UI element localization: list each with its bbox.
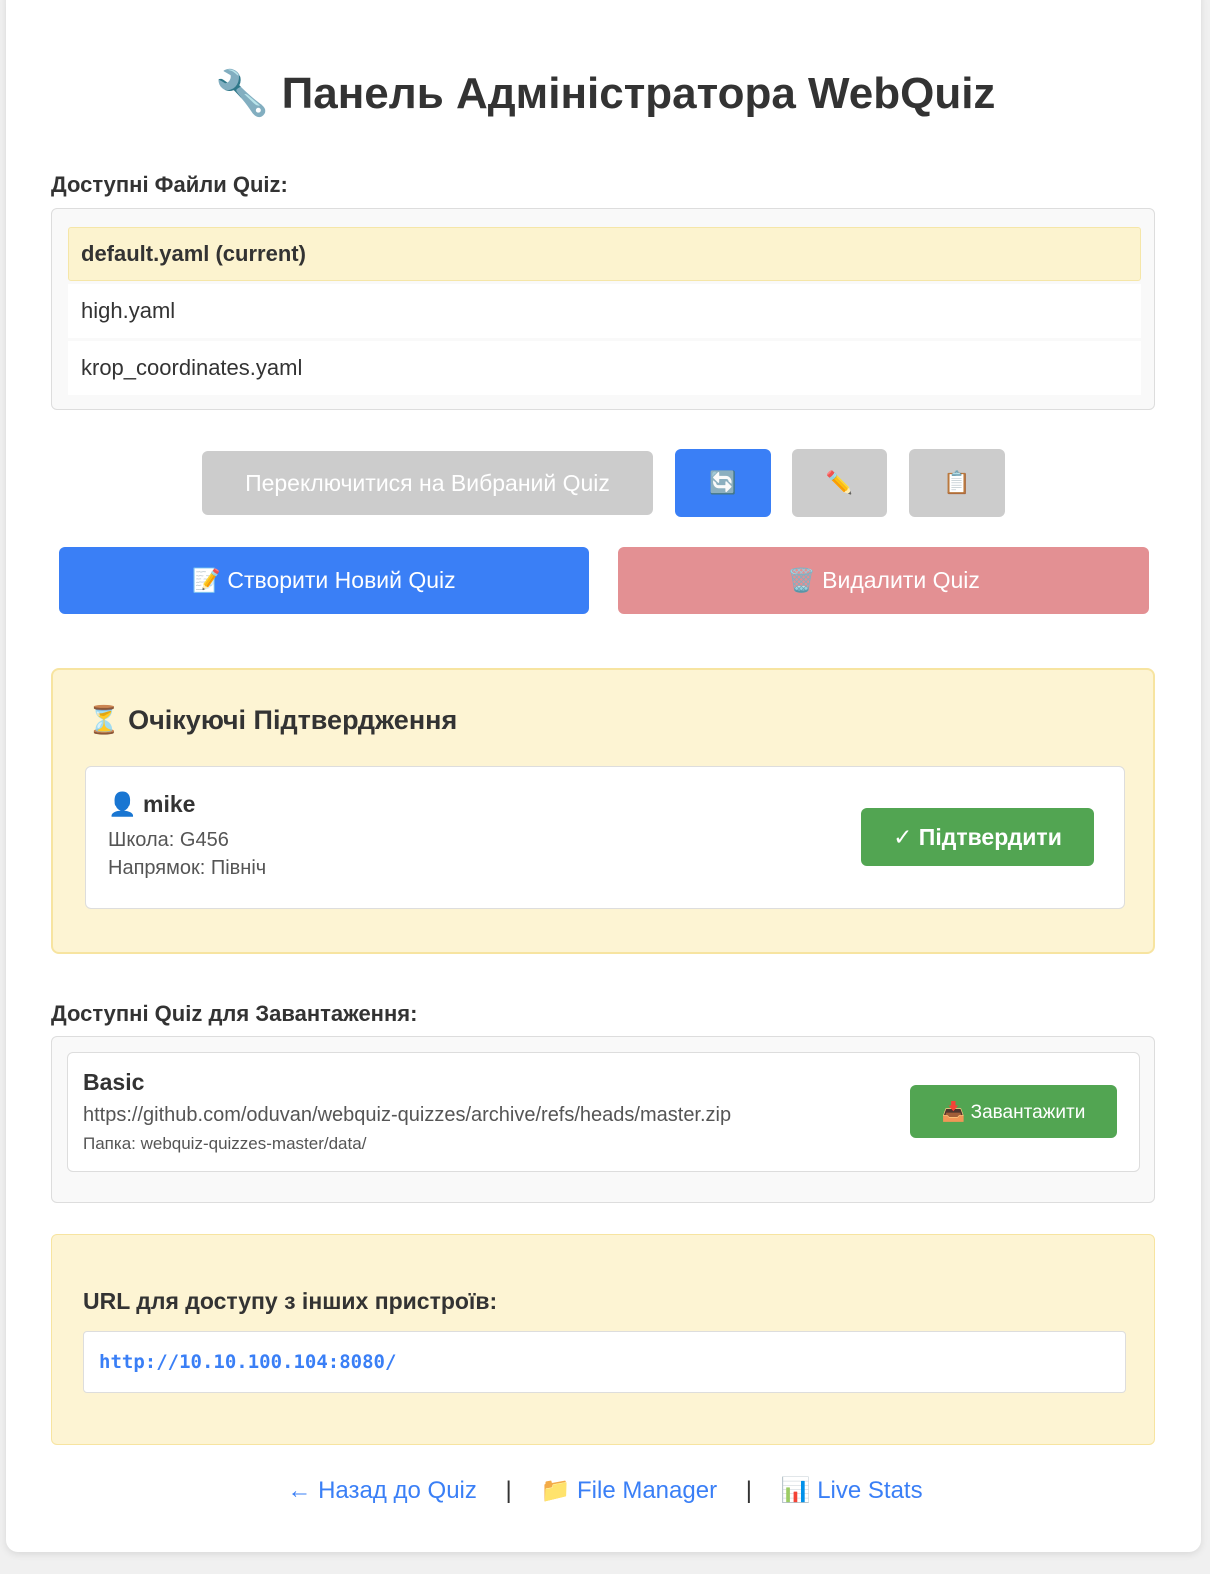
quiz-file-item-krop-coordinates[interactable]: krop_coordinates.yaml (68, 341, 1141, 395)
downloadable-quiz-item: Basic https://github.com/oduvan/webquiz-… (67, 1052, 1140, 1172)
clipboard-icon: 📋 (943, 470, 971, 495)
downloads-label: Доступні Quiz для Завантаження: (51, 1001, 418, 1026)
delete-quiz-button[interactable]: 🗑️ Видалити Quiz (618, 547, 1149, 614)
refresh-button[interactable]: 🔄 (675, 449, 771, 517)
footer-nav: ← Назад до Quiz | 📁 File Manager | 📊 Liv… (0, 1476, 1210, 1506)
wrench-icon: 🔧 (214, 69, 270, 118)
quiz-files-label: Доступні Файли Quiz: (51, 172, 288, 197)
footer-separator: | (745, 1477, 752, 1504)
pending-approvals-panel: ⏳ Очікуючі Підтвердження 👤 mike Школа: G… (51, 668, 1155, 954)
network-url-field[interactable]: http://10.10.100.104:8080/ (83, 1331, 1126, 1393)
back-to-quiz-link[interactable]: ← Назад до Quiz (287, 1477, 476, 1504)
network-access-panel: URL для доступу з інших пристроїв: http:… (51, 1234, 1155, 1445)
pending-user-direction: Напрямок: Північ (108, 857, 267, 879)
pending-approvals-title: ⏳ Очікуючі Підтвердження (87, 705, 458, 735)
pending-user-name: 👤 mike (108, 791, 196, 817)
footer-separator: | (505, 1477, 512, 1504)
quiz-file-item-high[interactable]: high.yaml (68, 284, 1141, 338)
edit-quiz-button[interactable]: ✏️ (792, 449, 887, 517)
page-title: 🔧 Панель Адміністратора WebQuiz (0, 66, 1210, 122)
live-stats-link[interactable]: 📊 Live Stats (781, 1477, 923, 1504)
network-url-label: URL для доступу з інших пристроїв: (83, 1288, 498, 1314)
downloadable-quiz-list: Basic https://github.com/oduvan/webquiz-… (51, 1036, 1155, 1203)
download-quiz-name: Basic (83, 1069, 145, 1095)
page-title-text: Панель Адміністратора WebQuiz (281, 69, 996, 118)
download-button[interactable]: 📥 Завантажити (910, 1085, 1117, 1138)
download-quiz-url: https://github.com/oduvan/webquiz-quizze… (83, 1104, 732, 1126)
approve-button[interactable]: ✓ Підтвердити (861, 808, 1094, 866)
create-quiz-button[interactable]: 📝 Створити Новий Quiz (59, 547, 589, 614)
pending-user-school: Школа: G456 (108, 829, 229, 851)
download-quiz-folder: Папка: webquiz-quizzes-master/data/ (83, 1134, 367, 1153)
pencil-icon: ✏️ (825, 470, 854, 495)
switch-quiz-button[interactable]: Переключитися на Вибраний Quiz (202, 451, 653, 515)
file-manager-link[interactable]: 📁 File Manager (540, 1477, 717, 1504)
copy-quiz-button[interactable]: 📋 (909, 449, 1005, 517)
quiz-file-item-default[interactable]: default.yaml (current) (68, 227, 1141, 281)
quiz-file-list: default.yaml (current) high.yaml krop_co… (51, 208, 1155, 410)
pending-user-card: 👤 mike Школа: G456 Напрямок: Північ ✓ Пі… (85, 766, 1125, 909)
refresh-icon: 🔄 (709, 470, 737, 495)
